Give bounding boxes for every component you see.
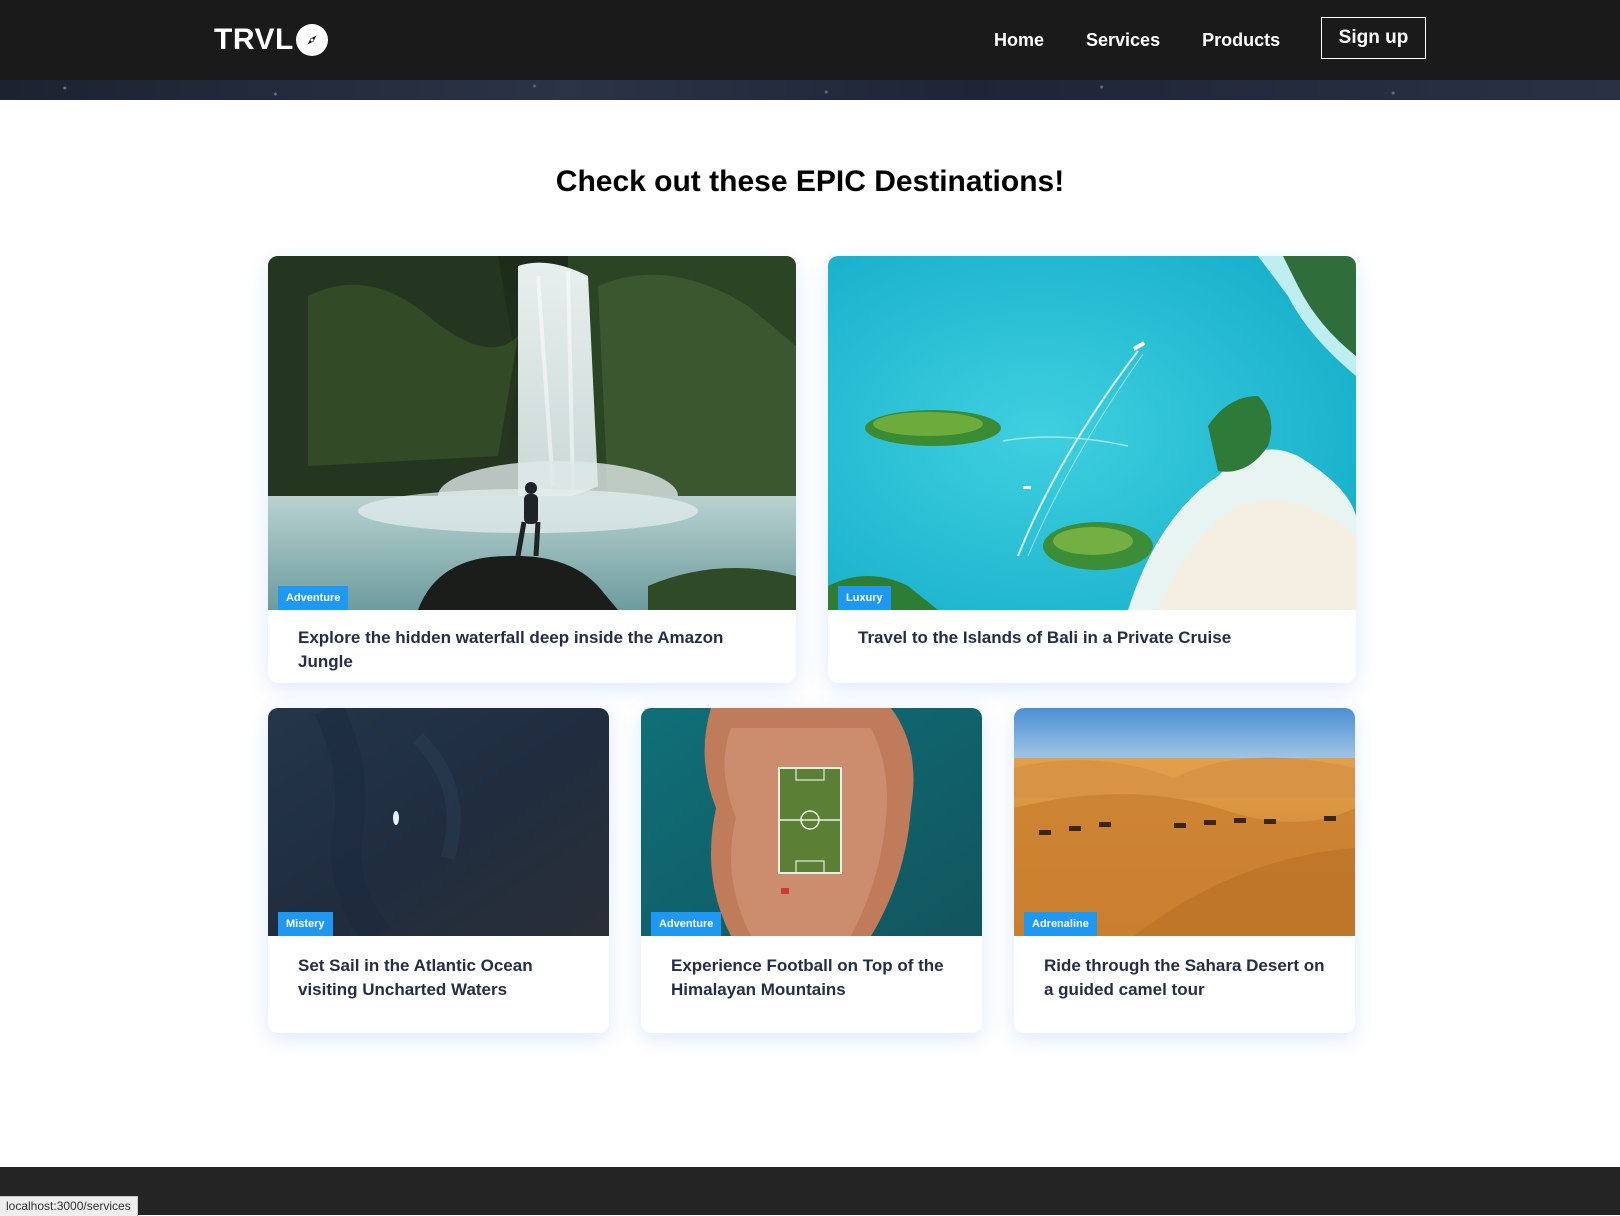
destination-card-islands[interactable]: Luxury Travel to the Islands of Bali in … [828, 256, 1356, 683]
nav-links: Home Services Products [994, 24, 1280, 56]
football-island-image: Adventure [641, 708, 982, 936]
compass-icon [295, 24, 328, 56]
destination-card-football[interactable]: Adventure Experience Football on Top of … [641, 708, 982, 1033]
nav-products-link[interactable]: Products [1202, 24, 1280, 56]
page-title: Check out these EPIC Destinations! [555, 165, 1065, 198]
card-category-label: Mistery [278, 912, 333, 936]
card-category-label: Adrenaline [1024, 912, 1097, 936]
navbar: TRVL Home Services Products Sign up [0, 0, 1620, 80]
waterfall-image: Adventure [268, 256, 796, 610]
card-title: Explore the hidden waterfall deep inside… [298, 628, 724, 671]
card-title: Ride through the Sahara Desert on a guid… [1044, 956, 1325, 999]
destination-card-ocean[interactable]: Mistery Set Sail in the Atlantic Ocean v… [268, 708, 609, 1033]
status-bar-url: localhost:3000/services [0, 1196, 138, 1216]
card-title: Travel to the Islands of Bali in a Priva… [858, 628, 1232, 647]
desert-image: Adrenaline [1014, 708, 1355, 936]
destination-card-waterfall[interactable]: Adventure Explore the hidden waterfall d… [268, 256, 796, 683]
footer [0, 1167, 1620, 1215]
ocean-image: Mistery [268, 708, 609, 936]
hero-background-strip [0, 80, 1620, 100]
logo-link[interactable]: TRVL [214, 20, 328, 60]
destination-card-desert[interactable]: Adrenaline Ride through the Sahara Deser… [1014, 708, 1355, 1033]
card-title: Set Sail in the Atlantic Ocean visiting … [298, 956, 533, 999]
card-category-label: Adventure [278, 586, 349, 610]
logo-text: TRVL [214, 23, 294, 56]
signup-button[interactable]: Sign up [1321, 17, 1426, 59]
card-category-label: Luxury [838, 586, 891, 610]
islands-image: Luxury [828, 256, 1356, 610]
nav-services-link[interactable]: Services [1086, 24, 1160, 56]
card-category-label: Adventure [651, 912, 722, 936]
nav-home-link[interactable]: Home [994, 24, 1044, 56]
card-title: Experience Football on Top of the Himala… [671, 956, 944, 999]
